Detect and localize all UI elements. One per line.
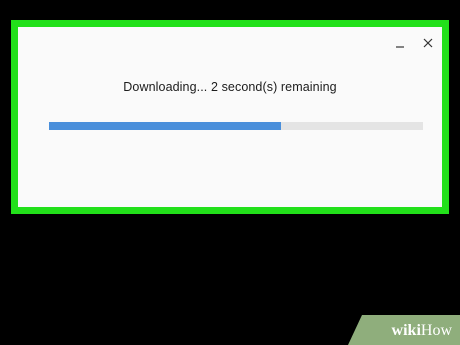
wikihow-watermark: wikiHow bbox=[348, 315, 460, 345]
screen: Downloading... 2 second(s) remaining wik… bbox=[0, 0, 460, 345]
download-progress-fill bbox=[49, 122, 281, 130]
close-icon bbox=[423, 38, 433, 48]
minimize-icon bbox=[396, 46, 404, 48]
minimize-button[interactable] bbox=[386, 33, 414, 53]
wikihow-logo-wiki: wiki bbox=[391, 322, 421, 339]
wikihow-logo-how: How bbox=[420, 322, 452, 339]
download-progress-bar bbox=[49, 122, 423, 130]
wikihow-logo: wikiHow bbox=[392, 322, 452, 340]
download-dialog: Downloading... 2 second(s) remaining bbox=[18, 27, 442, 207]
download-status-text: Downloading... 2 second(s) remaining bbox=[123, 80, 337, 94]
close-button[interactable] bbox=[414, 33, 442, 53]
window-controls bbox=[386, 33, 442, 53]
